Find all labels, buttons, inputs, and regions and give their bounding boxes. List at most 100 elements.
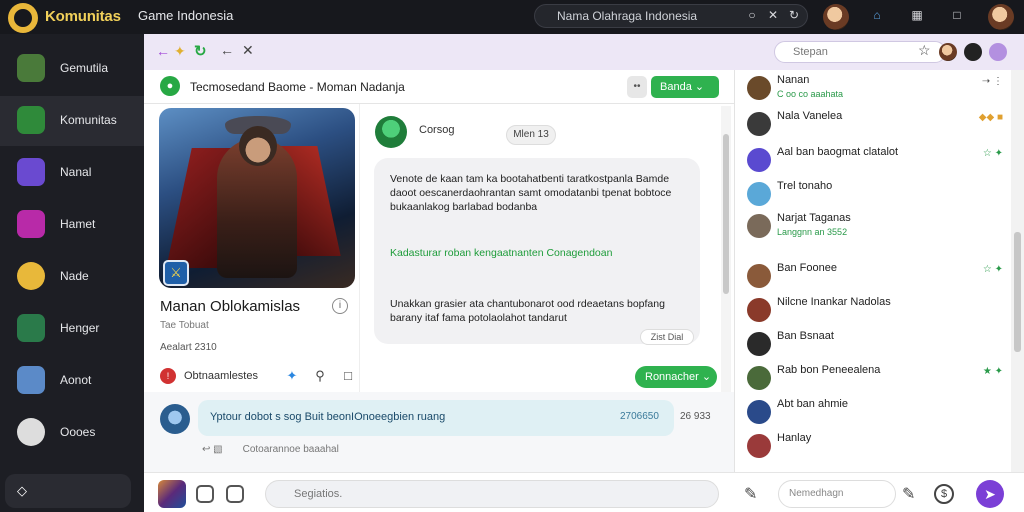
friend-item[interactable]: Trel tonaho (735, 178, 1015, 212)
friend-item[interactable]: Ban Foonee ☆ ✦ (735, 260, 1015, 294)
sidebar-item-gemutila[interactable]: Gemutila (0, 44, 144, 94)
star-icon: ☆ ✦ (982, 264, 1003, 275)
composer-avatar[interactable] (158, 480, 186, 508)
sidebar-bottom-label: ◇ (17, 483, 27, 498)
dollar-icon[interactable]: $ (934, 484, 954, 504)
gamepad-icon[interactable]: ▦ (910, 8, 924, 22)
friends-scrollbar[interactable] (1011, 70, 1024, 472)
message-input-placeholder: Segiatios. (294, 488, 343, 500)
friend-avatar (747, 366, 771, 390)
reply-meta-text: Cotoarannoe baaahal (242, 444, 339, 455)
sidebar-item-oooes[interactable]: Oooes (0, 408, 144, 458)
home-icon[interactable]: ⌂ (870, 8, 884, 22)
app-logo[interactable] (8, 3, 38, 33)
reply-meta: ↩ ▧ Cotoarannoe baaahal (202, 444, 339, 455)
sidebar-label: Komunitas (60, 113, 117, 127)
brand-name: Komunitas (45, 8, 121, 25)
friend-name: Ban Foonee (777, 262, 837, 274)
sidebar-item-aonot[interactable]: Aonot (0, 356, 144, 406)
refresh-icon[interactable]: ↻ (787, 8, 801, 22)
sword-icon (17, 106, 45, 134)
chrome-avatar-2[interactable] (964, 43, 982, 61)
star-icon: ★ ✦ (982, 366, 1003, 377)
extensions-icon[interactable] (989, 43, 1007, 61)
chrome-avatar-1[interactable] (939, 43, 957, 61)
friend-name: Abt ban ahmie (777, 398, 848, 410)
sidebar-item-komunitas[interactable]: Komunitas (0, 96, 144, 146)
sidebar-label: Nade (60, 269, 89, 283)
friend-item[interactable]: Nilcne Inankar Nadolas (735, 294, 1015, 328)
window-icon[interactable]: □ (950, 8, 964, 22)
friend-item[interactable]: Narjat Taganas Langgnn an 3552 (735, 210, 1015, 244)
sidebar-item-nanal[interactable]: Nanal (0, 148, 144, 198)
bookmark-star-icon[interactable]: ☆ (918, 42, 931, 59)
pin-icon[interactable]: ✦ (284, 368, 300, 384)
info-icon[interactable]: i (332, 298, 348, 314)
profile-avatar[interactable] (988, 4, 1014, 30)
hero-image: ⚔ (159, 108, 355, 288)
friend-item[interactable]: Nala Vanelea ◆◆ ■ (735, 108, 1015, 142)
close-icon[interactable]: ✕ (242, 42, 254, 59)
message-count-pill[interactable]: Mlen 13 (506, 125, 556, 145)
game-avatar-icon (17, 54, 45, 82)
profile-name: Manan Oblokamislas (160, 298, 301, 315)
pencil-icon[interactable]: ✎ (902, 484, 915, 504)
alert-icon: ! (160, 368, 176, 384)
send-button[interactable]: ➤ (976, 480, 1004, 508)
friend-item[interactable]: Rab bon Peneealena ★ ✦ (735, 362, 1015, 396)
sidebar-item-nade[interactable]: Nade (0, 252, 144, 302)
friend-avatar (747, 76, 771, 100)
friend-item[interactable]: Abt ban ahmie (735, 396, 1015, 430)
sidebar-label: Hamet (60, 217, 96, 231)
sidebar-item-hamet[interactable]: Hamet (0, 200, 144, 250)
message-time: Zist Dial (640, 329, 694, 345)
friend-item[interactable]: Nanan C oo co aaahata ➝ ⋮ (735, 72, 1015, 106)
friend-avatar (747, 182, 771, 206)
friend-item[interactable]: Ban Bsnaat (735, 328, 1015, 362)
friend-name: Aal ban baogmat clatalot (777, 146, 899, 158)
shuffle-icon[interactable]: ✕ (766, 8, 780, 22)
friend-avatar (747, 434, 771, 458)
sidebar-bottom-button[interactable]: ◇ (5, 474, 131, 508)
open-icon[interactable]: ➝ ⋮ (982, 76, 1003, 87)
sidebar-label: Oooes (60, 425, 96, 439)
friend-avatar (747, 298, 771, 322)
sidebar-item-henger[interactable]: Henger (0, 304, 144, 354)
reply-time-secondary: 26 933 (680, 411, 711, 422)
message-text-3: Unakkan grasier ata chantubonarot ood rd… (390, 298, 665, 324)
more-button[interactable]: •• (627, 76, 647, 98)
friend-name: Nala Vanelea (777, 110, 843, 122)
friend-avatar (747, 264, 771, 288)
emoji-icon[interactable] (226, 485, 244, 503)
bot-name: Corsog (419, 124, 455, 136)
star-nav-icon[interactable]: ✦ (174, 43, 186, 60)
reload-icon[interactable]: ↻ (194, 42, 207, 60)
secondary-input[interactable]: Nemedhagn (778, 480, 896, 508)
friend-item[interactable]: Aal ban baogmat clatalot ☆ ✦ (735, 144, 1015, 178)
back-nav-icon[interactable]: ← (156, 43, 170, 59)
top-search-text: Nama Olahraga Indonesia (557, 9, 698, 23)
renew-button[interactable]: Ronnacher ⌄ (635, 366, 717, 388)
back-icon[interactable]: ← (220, 42, 234, 58)
search-icon[interactable]: ⚲ (312, 368, 328, 384)
renew-label: Ronnacher (645, 371, 699, 383)
browser-search-placeholder: Stepan (793, 46, 828, 58)
conversation-scrollbar[interactable] (721, 106, 731, 392)
user-avatar[interactable] (823, 4, 849, 30)
message-text-2: Kadasturar roban kengaatnanten Conagendo… (390, 247, 613, 259)
friend-avatar (747, 112, 771, 136)
message-input[interactable]: Segiatios. (265, 480, 719, 508)
hero-badge-icon: ⚔ (163, 260, 189, 286)
friends-panel: Nanan C oo co aaahata ➝ ⋮ Nala Vanelea ◆◆ ■… (734, 70, 1024, 472)
reply-avatar (160, 404, 190, 434)
friend-item[interactable]: Hanlay (735, 430, 1015, 464)
chat-bubble-icon[interactable] (196, 485, 214, 503)
circle-icon[interactable]: ○ (745, 8, 759, 22)
app-window: ← ✦ ↻ ← ✕ Stepan ☆ ● Tecmosedand Baome -… (144, 34, 1024, 512)
edit-icon[interactable]: ✎ (744, 484, 757, 504)
sidebar-label: Henger (60, 321, 100, 335)
reply-text: Yptour dobot s sog Buit beonIOnoeegbien … (210, 411, 446, 423)
secondary-input-placeholder: Nemedhagn (789, 488, 844, 499)
chat-action-button[interactable]: Banda ⌄ (651, 76, 719, 98)
bookmark-icon[interactable]: □ (340, 368, 356, 384)
